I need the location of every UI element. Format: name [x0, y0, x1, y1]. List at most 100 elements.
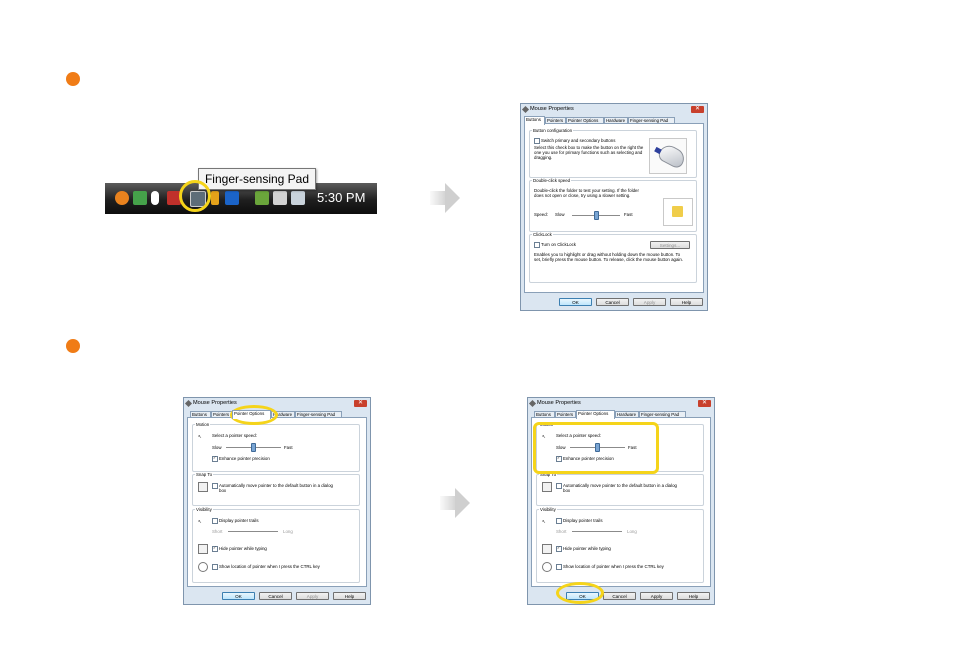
hide-pointer-label: Hide pointer while typing [563, 546, 611, 551]
update-icon[interactable] [115, 191, 129, 205]
pointer-speed-thumb[interactable] [251, 443, 256, 452]
enhance-precision-label: Enhance pointer precision [219, 456, 270, 461]
clock[interactable]: 5:30 PM [317, 190, 365, 205]
arrow-icon [440, 488, 470, 518]
show-location-label: Show location of pointer when I press th… [219, 564, 320, 569]
group-label: Motion [195, 422, 211, 428]
cancel-button[interactable]: Cancel [259, 592, 292, 600]
pointer-location-icon [198, 562, 208, 572]
volume-icon[interactable] [291, 191, 305, 205]
snap-to-label: Automatically move pointer to the defaul… [219, 483, 333, 494]
snap-to-checkbox[interactable] [212, 483, 218, 489]
settings-button[interactable]: Settings... [650, 241, 690, 249]
fast-label: Fast [624, 212, 633, 217]
clicklock-checkbox[interactable] [534, 242, 540, 248]
dialog-title: Mouse Properties [530, 106, 574, 112]
power-icon[interactable] [211, 191, 219, 205]
apply-button[interactable]: Apply [640, 592, 673, 600]
step-1-bullet [66, 72, 80, 86]
hide-pointer-checkbox[interactable] [556, 546, 562, 552]
tooltip: Finger-sensing Pad [198, 168, 316, 190]
tab-pointer-options[interactable]: Pointer Options [232, 410, 271, 419]
arrow-icon [430, 183, 460, 213]
tab-panel: Motion ↖ Select a pointer speed: Slow Fa… [187, 417, 367, 587]
pointer-trails-checkbox[interactable] [212, 518, 218, 524]
battery-icon[interactable] [255, 191, 269, 205]
show-location-checkbox[interactable] [556, 564, 562, 570]
step-2-bullet [66, 339, 80, 353]
hide-pointer-icon [542, 544, 552, 554]
test-folder-icon[interactable] [663, 198, 693, 226]
mouse-icon [528, 399, 537, 408]
help-button[interactable]: Help [677, 592, 710, 600]
pointer-trails-icon: ↖ [542, 519, 546, 524]
group-label: Visibility [195, 507, 213, 513]
group-label: Visibility [539, 507, 557, 513]
double-click-slider-thumb[interactable] [594, 211, 599, 220]
pointer-icon: ↖ [198, 434, 202, 439]
trails-track [572, 531, 622, 532]
highlight-circle [179, 180, 211, 212]
dialog-title: Mouse Properties [193, 400, 237, 406]
cancel-button[interactable]: Cancel [596, 298, 629, 306]
ok-button[interactable]: OK [222, 592, 255, 600]
mouse-properties-dialog-buttons: Mouse Properties ✕ Buttons Pointers Poin… [520, 103, 708, 311]
title-bar: Mouse Properties ✕ [184, 398, 370, 409]
title-bar: Mouse Properties ✕ [528, 398, 714, 409]
clicklock-description: Enables you to highlight or drag without… [534, 252, 684, 263]
hide-pointer-label: Hide pointer while typing [219, 546, 267, 551]
mouse-properties-dialog-pointer-options: Mouse Properties ✕ Buttons Pointers Poin… [183, 397, 371, 605]
pointer-trails-label: Display pointer trails [563, 518, 603, 523]
close-icon[interactable]: ✕ [691, 106, 704, 113]
trails-track [228, 531, 278, 532]
slow-label: Slow [212, 445, 222, 450]
close-icon[interactable]: ✕ [354, 400, 367, 407]
enhance-precision-checkbox[interactable] [212, 456, 218, 462]
hide-pointer-icon [198, 544, 208, 554]
apply-button[interactable]: Apply [633, 298, 666, 306]
help-button[interactable]: Help [333, 592, 366, 600]
ok-button[interactable]: OK [559, 298, 592, 306]
mouse-image [649, 138, 688, 174]
speed-label: Speed: [534, 212, 548, 217]
close-icon[interactable]: ✕ [698, 400, 711, 407]
group-label: Snap To [195, 472, 214, 478]
pointer-location-icon [542, 562, 552, 572]
pointer-trails-label: Display pointer trails [219, 518, 259, 523]
short-label: Short [212, 529, 223, 534]
network-icon[interactable] [133, 191, 147, 205]
display-icon[interactable] [225, 191, 239, 205]
tab-panel: Button configuration Switch primary and … [524, 123, 704, 293]
clicklock-checkbox-label: Turn on ClickLock [541, 242, 576, 247]
long-label: Long [283, 529, 293, 534]
apply-button[interactable]: Apply [296, 592, 329, 600]
switch-buttons-label: Switch primary and secondary buttons [541, 138, 616, 143]
ok-highlight-ring [556, 582, 604, 604]
title-bar: Mouse Properties ✕ [521, 104, 707, 115]
group-label: Double-click speed [532, 178, 572, 184]
short-label: Short [556, 529, 567, 534]
cancel-button[interactable]: Cancel [603, 592, 636, 600]
switch-description: Select this check box to make the button… [534, 145, 644, 161]
dialog-title: Mouse Properties [537, 400, 581, 406]
double-click-description: Double-click the folder to test your set… [534, 188, 639, 199]
switch-buttons-checkbox[interactable] [534, 138, 540, 144]
bluetooth-icon[interactable] [151, 191, 159, 205]
fast-label: Fast [284, 445, 293, 450]
slow-label: Slow [555, 212, 565, 217]
long-label: Long [627, 529, 637, 534]
pointer-trails-checkbox[interactable] [556, 518, 562, 524]
group-label: Button configuration [532, 128, 574, 134]
tab-buttons[interactable]: Buttons [524, 116, 545, 125]
pointer-speed-label: Select a pointer speed: [212, 433, 257, 438]
network-disconnected-icon[interactable] [273, 191, 287, 205]
snap-to-checkbox[interactable] [556, 483, 562, 489]
show-location-checkbox[interactable] [212, 564, 218, 570]
help-button[interactable]: Help [670, 298, 703, 306]
snap-to-icon [542, 482, 552, 492]
hide-pointer-checkbox[interactable] [212, 546, 218, 552]
group-label: ClickLock [532, 232, 553, 238]
mouse-icon [184, 399, 193, 408]
pointer-trails-icon: ↖ [198, 519, 202, 524]
tab-pointer-options[interactable]: Pointer Options [576, 410, 615, 419]
